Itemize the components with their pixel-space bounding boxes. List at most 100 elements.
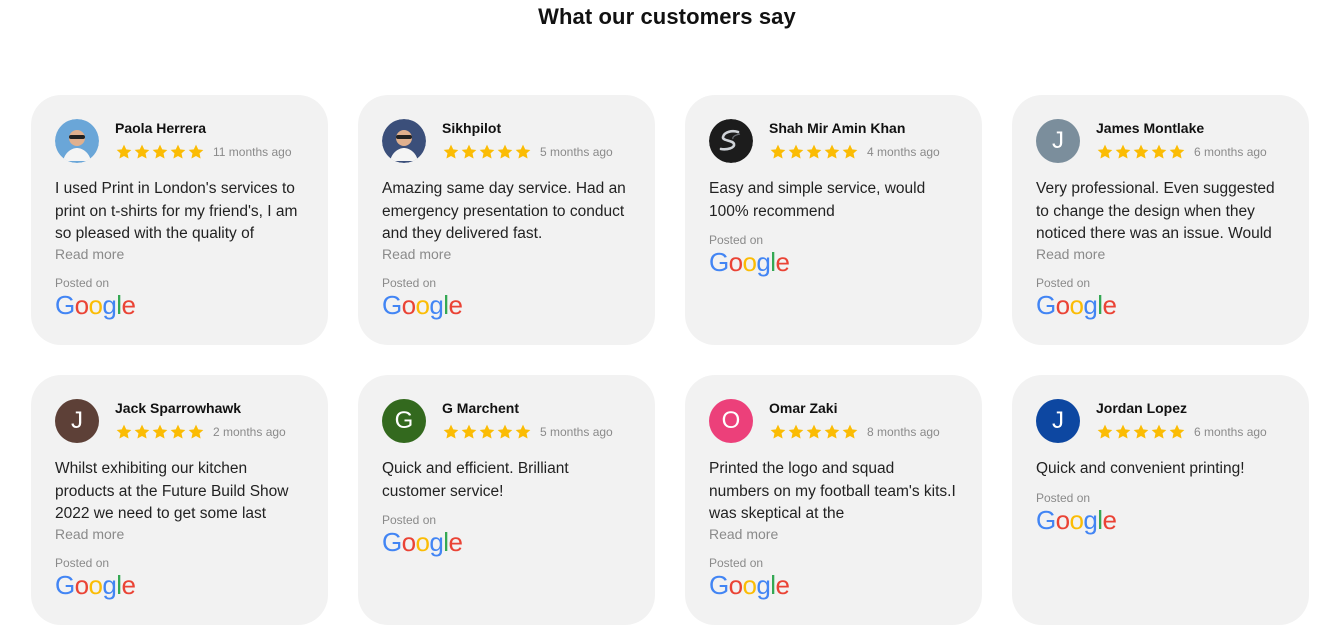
svg-text:Google: Google xyxy=(55,291,135,320)
star-icon xyxy=(823,143,841,161)
star-icon xyxy=(478,423,496,441)
star-icon xyxy=(169,423,187,441)
star-icon xyxy=(187,143,205,161)
svg-text:Google: Google xyxy=(1036,506,1116,535)
review-header: J Jordan Lopez 6 months ago xyxy=(1036,397,1285,447)
read-more-link[interactable]: Read more xyxy=(55,246,304,266)
review-text: Printed the logo and squad numbers on my… xyxy=(709,460,956,522)
person-photo-icon xyxy=(382,119,426,163)
star-icon xyxy=(1168,423,1186,441)
google-logo[interactable]: Google xyxy=(1036,506,1285,536)
star-icon xyxy=(1114,423,1132,441)
star-icon xyxy=(496,423,514,441)
review-header: Paola Herrera 11 months ago xyxy=(55,117,304,167)
rating-row: 8 months ago xyxy=(769,423,940,441)
rating-row: 2 months ago xyxy=(115,423,286,441)
reviewer-name: Jack Sparrowhawk xyxy=(115,400,242,416)
star-icon xyxy=(1168,143,1186,161)
posted-on-label: Posted on xyxy=(382,276,437,290)
avatar-letter: O xyxy=(721,407,741,434)
posted-on-label: Posted on xyxy=(709,233,764,247)
avatar: J xyxy=(1036,119,1080,163)
read-more-link[interactable]: Read more xyxy=(382,246,631,266)
star-icon xyxy=(442,143,460,161)
star-icon xyxy=(169,143,187,161)
star-rating xyxy=(769,423,859,441)
review-header: Shah Mir Amin Khan 4 months ago xyxy=(709,117,958,167)
star-icon xyxy=(151,143,169,161)
star-icon xyxy=(805,143,823,161)
rating-row: 6 months ago xyxy=(1096,143,1267,161)
google-logo[interactable]: Google xyxy=(382,528,631,558)
star-icon xyxy=(1150,143,1168,161)
star-icon xyxy=(769,143,787,161)
svg-text:Google: Google xyxy=(55,571,135,600)
star-icon xyxy=(841,143,859,161)
avatar xyxy=(382,119,426,163)
posted-on-label: Posted on xyxy=(55,556,110,570)
reviewer-meta: Shah Mir Amin Khan 4 months ago xyxy=(769,117,940,161)
avatar-letter: J xyxy=(1052,407,1064,434)
star-icon xyxy=(187,423,205,441)
google-logo[interactable]: Google xyxy=(55,571,304,601)
review-card: O Omar Zaki 8 months ago Printed the logo a… xyxy=(685,375,982,625)
rating-row: 4 months ago xyxy=(769,143,940,161)
rating-row: 11 months ago xyxy=(115,143,292,161)
review-text: Quick and efficient. Brilliant customer … xyxy=(382,460,569,500)
review-header: O Omar Zaki 8 months ago xyxy=(709,397,958,447)
reviewer-name: Sikhpilot xyxy=(442,120,502,136)
star-icon xyxy=(787,423,805,441)
posted-on-label: Posted on xyxy=(382,513,437,527)
review-text: Easy and simple service, would 100% reco… xyxy=(709,180,926,220)
reviewer-name: Omar Zaki xyxy=(769,400,838,416)
svg-text:Google: Google xyxy=(382,528,462,557)
star-icon xyxy=(769,423,787,441)
star-icon xyxy=(805,423,823,441)
star-icon xyxy=(442,423,460,441)
review-card: J Jack Sparrowhawk 2 months ago Whilst exhi… xyxy=(31,375,328,625)
star-icon xyxy=(151,423,169,441)
review-header: J Jack Sparrowhawk 2 months ago xyxy=(55,397,304,447)
avatar: O xyxy=(709,399,753,443)
star-icon xyxy=(460,423,478,441)
star-icon xyxy=(133,423,151,441)
star-rating xyxy=(442,423,532,441)
star-rating xyxy=(442,143,532,161)
rating-row: 5 months ago xyxy=(442,423,613,441)
reviews-grid: Paola Herrera 11 months ago I used Print i… xyxy=(31,95,1309,625)
google-logo[interactable]: Google xyxy=(382,291,631,321)
reviewer-name: Shah Mir Amin Khan xyxy=(769,120,906,136)
review-card: Paola Herrera 11 months ago I used Print i… xyxy=(31,95,328,345)
svg-text:Google: Google xyxy=(709,248,789,277)
star-icon xyxy=(1150,423,1168,441)
google-logo[interactable]: Google xyxy=(709,571,958,601)
review-text: Amazing same day service. Had an emergen… xyxy=(382,180,626,242)
google-logo[interactable]: Google xyxy=(1036,291,1285,321)
review-time: 5 months ago xyxy=(540,144,613,159)
google-logo[interactable]: Google xyxy=(709,248,958,278)
reviewer-name: G Marchent xyxy=(442,400,520,416)
section-heading: What our customers say xyxy=(538,4,796,29)
read-more-link[interactable]: Read more xyxy=(55,526,304,546)
logo-photo-icon xyxy=(709,119,753,163)
posted-on-label: Posted on xyxy=(1036,276,1091,290)
star-icon xyxy=(514,143,532,161)
review-time: 6 months ago xyxy=(1194,424,1267,439)
reviewer-meta: G Marchent 5 months ago xyxy=(442,397,613,441)
google-logo[interactable]: Google xyxy=(55,291,304,321)
star-icon xyxy=(1132,143,1150,161)
reviewer-meta: Jordan Lopez 6 months ago xyxy=(1096,397,1267,441)
star-icon xyxy=(496,143,514,161)
star-icon xyxy=(823,423,841,441)
star-icon xyxy=(478,143,496,161)
review-text: Quick and convenient printing! xyxy=(1036,460,1245,477)
review-header: J James Montlake 6 months ago xyxy=(1036,117,1285,167)
star-icon xyxy=(1132,423,1150,441)
read-more-link[interactable]: Read more xyxy=(1036,246,1285,266)
read-more-link[interactable]: Read more xyxy=(709,526,958,546)
star-icon xyxy=(115,423,133,441)
posted-on-label: Posted on xyxy=(55,276,110,290)
star-rating xyxy=(769,143,859,161)
svg-text:Google: Google xyxy=(1036,291,1116,320)
star-icon xyxy=(514,423,532,441)
